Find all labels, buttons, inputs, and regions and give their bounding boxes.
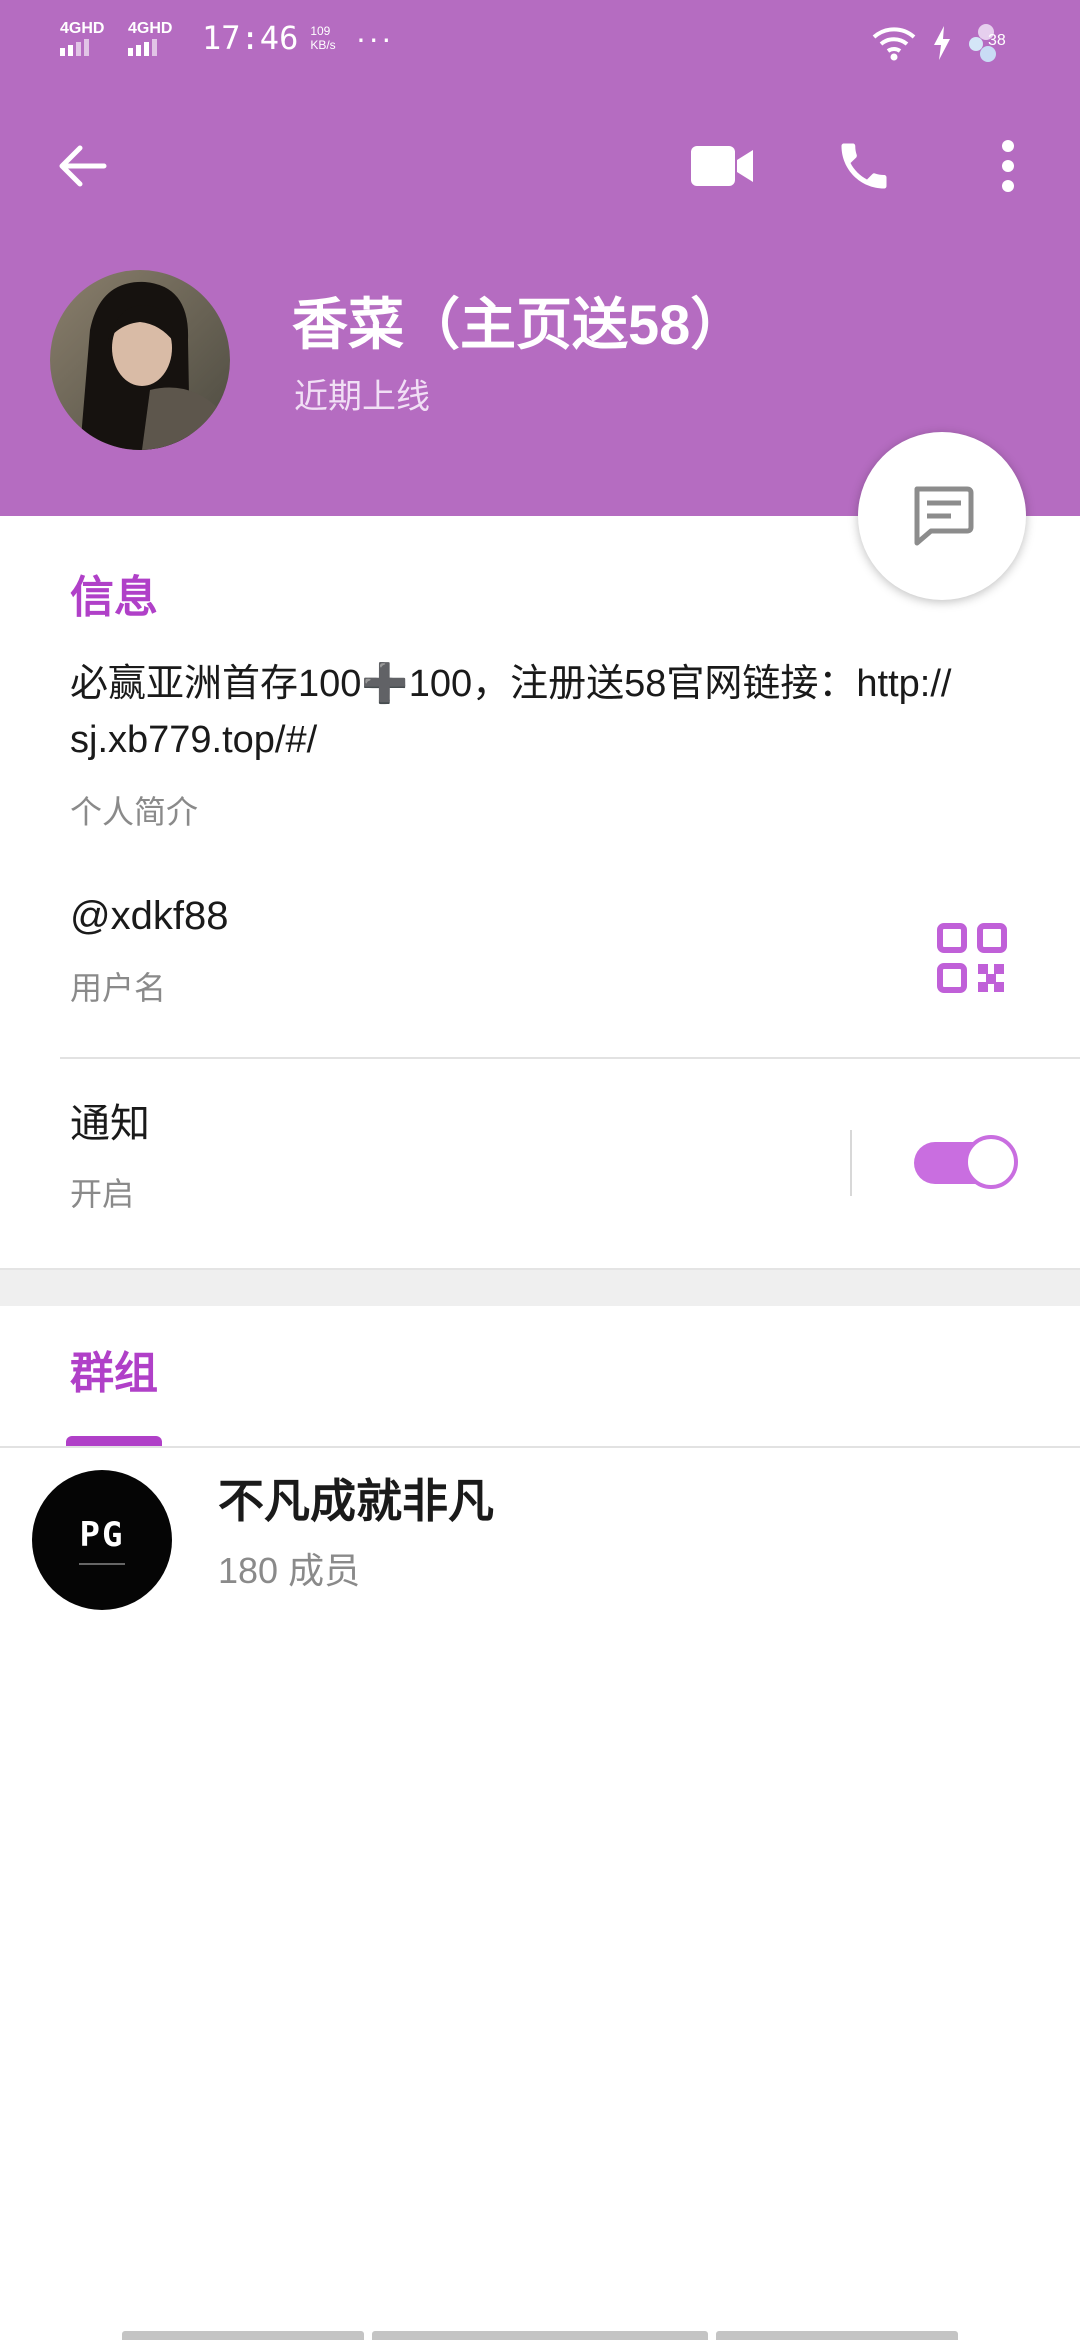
last-seen-status: 近期上线 [294, 378, 430, 416]
signal-bars-icon [128, 38, 157, 56]
arrow-left-icon [59, 145, 107, 187]
tabs-divider [0, 1446, 1080, 1448]
video-call-button[interactable] [682, 126, 762, 206]
network-type-label: 4GHD [128, 20, 173, 37]
network-speed-unit: KB/s [310, 38, 336, 52]
info-divider [60, 1057, 1080, 1059]
network-indicator-2: 4GHD [128, 20, 184, 56]
qr-code-icon [937, 923, 1007, 993]
network-type-label: 4GHD [60, 20, 105, 37]
back-button[interactable] [42, 126, 122, 206]
qr-code-button[interactable] [936, 922, 1008, 994]
notifications-caption: 开启 [70, 1176, 135, 1212]
phone-icon [841, 143, 887, 189]
profile-avatar[interactable] [50, 270, 230, 450]
notifications-toggle[interactable] [914, 1134, 1018, 1192]
group-avatar[interactable]: PG [32, 1470, 172, 1610]
group-member-count: 180 成员 [218, 1550, 361, 1591]
bio-caption: 个人简介 [70, 794, 199, 830]
status-right: 38 [870, 20, 1010, 66]
charging-bolt-icon [934, 26, 950, 60]
status-bar: 4GHD 4GHD 17:46 109 KB/s ··· 38 [0, 0, 1080, 80]
notifications-label: 通知 [70, 1102, 150, 1146]
group-avatar-text: PG [79, 1515, 125, 1555]
status-left: 4GHD 4GHD 17:46 109 KB/s ··· [60, 18, 394, 58]
network-speed-value: 109 [310, 24, 331, 38]
toggle-thumb [964, 1135, 1018, 1189]
battery-indicator: 38 [966, 20, 1010, 66]
battery-level: 38 [988, 32, 1006, 49]
more-options-button[interactable] [968, 126, 1048, 206]
profile-name: 香菜（主页送58） [292, 293, 747, 356]
username-caption: 用户名 [70, 970, 167, 1006]
wifi-icon [872, 27, 916, 61]
message-icon [914, 486, 974, 546]
bottom-scroll-segment [122, 2331, 364, 2340]
status-more-icon: ··· [355, 20, 394, 56]
status-time: 17:46 [202, 19, 299, 57]
vertical-separator [850, 1130, 852, 1196]
send-message-button[interactable] [858, 432, 1026, 600]
groups-tab[interactable]: 群组 [70, 1344, 158, 1404]
bottom-scroll-segment [716, 2331, 958, 2340]
profile-photo [50, 270, 230, 450]
signal-bars-icon [60, 38, 89, 56]
group-name[interactable]: 不凡成就非凡 [218, 1470, 494, 1532]
group-avatar-decoration [79, 1563, 125, 1565]
network-indicator-1: 4GHD [60, 20, 116, 56]
more-vertical-icon [1002, 140, 1014, 192]
username-value[interactable]: @xdkf88 [70, 888, 228, 944]
bottom-scroll-segment [372, 2331, 708, 2340]
network-speed: 109 KB/s [310, 24, 335, 52]
section-separator [0, 1268, 1080, 1306]
bio-text[interactable]: 必赢亚洲首存100➕100，注册送58官网链接：http://sj.xb779.… [70, 656, 970, 768]
info-section-title: 信息 [70, 573, 158, 622]
video-camera-icon [691, 146, 753, 186]
voice-call-button[interactable] [824, 126, 904, 206]
